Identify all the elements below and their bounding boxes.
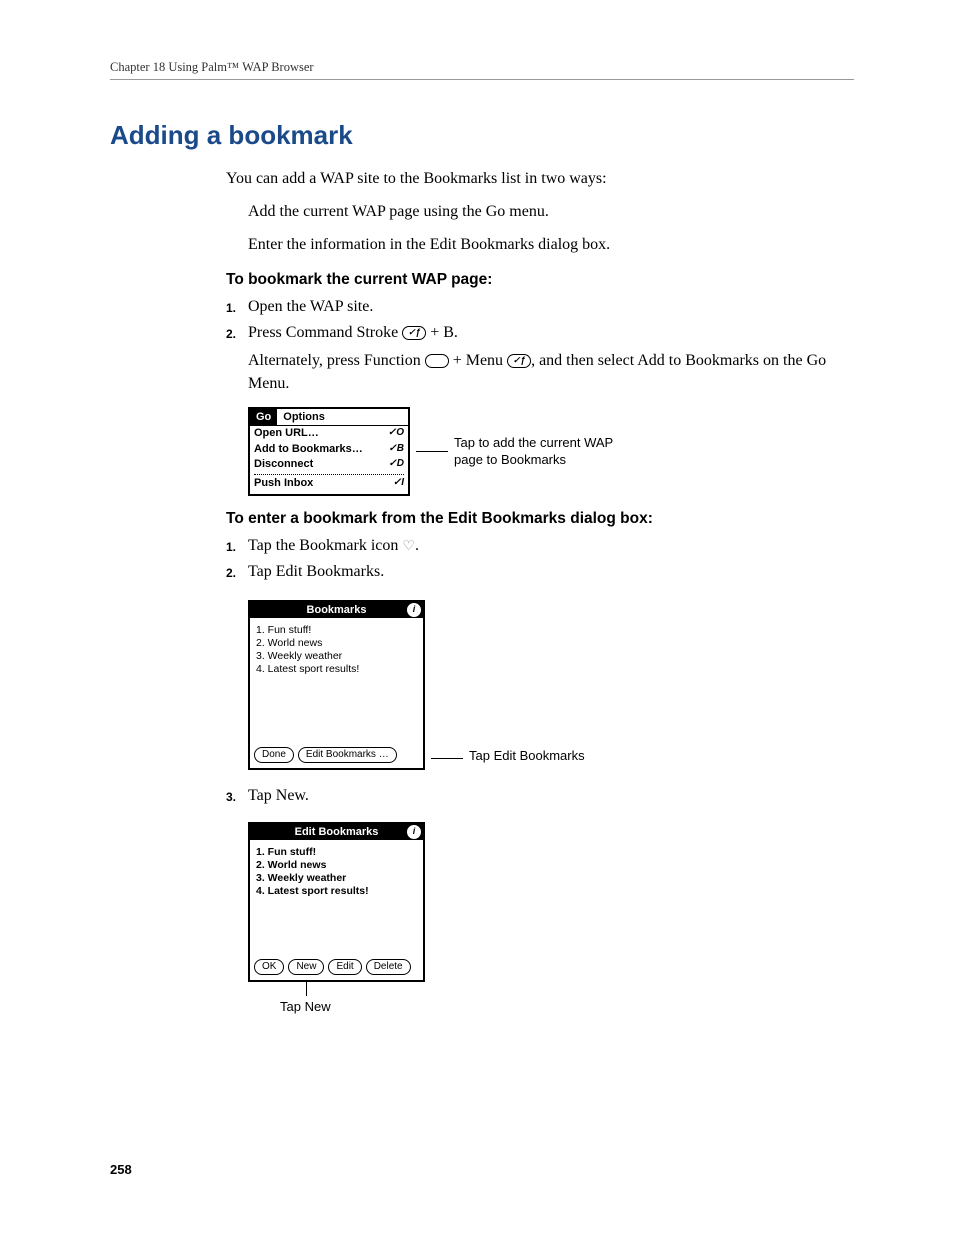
- menu-item-label: Open URL…: [254, 427, 319, 441]
- text-fragment: Alternately, press Function: [248, 352, 425, 369]
- list-item[interactable]: 1. Fun stuff!: [256, 624, 417, 637]
- running-head: Chapter 18 Using Palm™ WAP Browser: [110, 60, 854, 80]
- bookmark-heart-icon: ♡: [402, 536, 415, 557]
- text-fragment: .: [415, 537, 419, 554]
- step-number: 3.: [226, 784, 248, 808]
- step-text: Press Command Stroke ✓ƒ + B.: [248, 321, 854, 345]
- bullet-2: Enter the information in the Edit Bookma…: [248, 233, 854, 256]
- callout-text: Tap New: [280, 998, 854, 1016]
- palm-bookmarks-screenshot: Bookmarks i 1. Fun stuff! 2. World news …: [248, 600, 425, 770]
- callout-text: Tap to add the current WAP page to Bookm…: [454, 434, 634, 469]
- palm-screen-title: Bookmarks i: [250, 602, 423, 618]
- text-fragment: Press Command Stroke: [248, 324, 402, 341]
- title-text: Bookmarks: [307, 604, 367, 616]
- step-3: 3. Tap New.: [226, 784, 854, 808]
- ok-button[interactable]: OK: [254, 959, 284, 975]
- step-number: 2.: [226, 560, 248, 584]
- menu-item-label: Add to Bookmarks…: [254, 443, 363, 457]
- menu-item-open-url[interactable]: Open URL… ✓O: [254, 426, 404, 442]
- step-text: Open the WAP site.: [248, 295, 854, 319]
- menu-shortcut: ✓O: [388, 427, 404, 441]
- menu-item-label: Disconnect: [254, 458, 313, 472]
- step-number: 1.: [226, 295, 248, 319]
- callout-line: [416, 451, 448, 452]
- step-number: 2.: [226, 321, 248, 345]
- palm-menu-screenshot: Go Options Open URL… ✓O Add to Bookmarks…: [248, 407, 410, 496]
- list-item[interactable]: 4. Latest sport results!: [256, 663, 417, 676]
- text-fragment: + Menu: [449, 352, 507, 369]
- palm-screen-title: Edit Bookmarks i: [250, 824, 423, 840]
- subhead-bookmark-current: To bookmark the current WAP page:: [226, 271, 854, 289]
- list-item[interactable]: 1. Fun stuff!: [256, 846, 417, 859]
- callout-text: Tap Edit Bookmarks: [469, 747, 585, 765]
- menu-item-add-bookmarks[interactable]: Add to Bookmarks… ✓B: [254, 442, 404, 458]
- menu-tab-go[interactable]: Go: [250, 409, 277, 425]
- title-text: Edit Bookmarks: [295, 826, 379, 838]
- step-2: 2. Press Command Stroke ✓ƒ + B.: [226, 321, 854, 345]
- command-stroke-icon: ✓ƒ: [402, 326, 426, 340]
- delete-button[interactable]: Delete: [366, 959, 411, 975]
- edit-button[interactable]: Edit: [328, 959, 361, 975]
- menu-shortcut: ✓B: [388, 443, 404, 457]
- callout-line: [431, 758, 463, 759]
- list-item[interactable]: 2. World news: [256, 859, 417, 872]
- menu-tab-options[interactable]: Options: [277, 409, 331, 425]
- info-icon[interactable]: i: [407, 603, 421, 617]
- info-icon[interactable]: i: [407, 825, 421, 839]
- menu-item-push-inbox[interactable]: Push Inbox ✓I: [254, 476, 404, 492]
- palm-edit-bookmarks-screenshot: Edit Bookmarks i 1. Fun stuff! 2. World …: [248, 822, 425, 982]
- figure-edit-bookmarks: Edit Bookmarks i 1. Fun stuff! 2. World …: [248, 822, 854, 1016]
- step-text: Tap the Bookmark icon ♡.: [248, 534, 854, 558]
- bullet-1: Add the current WAP page using the Go me…: [248, 200, 854, 223]
- menu-stroke-icon: ✓ƒ: [507, 354, 531, 368]
- text-fragment: + B.: [426, 324, 458, 341]
- page-number: 258: [110, 1162, 132, 1177]
- edit-bookmarks-button[interactable]: Edit Bookmarks …: [298, 747, 397, 763]
- menu-separator: [254, 474, 404, 475]
- step-1: 1. Open the WAP site.: [226, 295, 854, 319]
- new-button[interactable]: New: [288, 959, 324, 975]
- menu-item-label: Push Inbox: [254, 477, 313, 491]
- callout-line: [306, 982, 307, 996]
- intro-text: You can add a WAP site to the Bookmarks …: [226, 167, 854, 190]
- step-1b: 1. Tap the Bookmark icon ♡.: [226, 534, 854, 558]
- menu-item-disconnect[interactable]: Disconnect ✓D: [254, 457, 404, 473]
- list-item[interactable]: 3. Weekly weather: [256, 650, 417, 663]
- menu-shortcut: ✓D: [388, 458, 404, 472]
- step-follow-text: Alternately, press Function + Menu ✓ƒ, a…: [248, 349, 854, 395]
- section-title: Adding a bookmark: [110, 120, 854, 151]
- step-number: 1.: [226, 534, 248, 558]
- menu-shortcut: ✓I: [393, 477, 404, 491]
- step-text: Tap Edit Bookmarks.: [248, 560, 854, 584]
- function-key-icon: [425, 354, 449, 368]
- step-2b: 2. Tap Edit Bookmarks.: [226, 560, 854, 584]
- list-item[interactable]: 3. Weekly weather: [256, 872, 417, 885]
- list-item[interactable]: 2. World news: [256, 637, 417, 650]
- figure-bookmarks: Bookmarks i 1. Fun stuff! 2. World news …: [248, 600, 854, 770]
- list-item[interactable]: 4. Latest sport results!: [256, 885, 417, 898]
- subhead-enter-bookmark: To enter a bookmark from the Edit Bookma…: [226, 510, 854, 528]
- text-fragment: Tap the Bookmark icon: [248, 537, 402, 554]
- step-text: Tap New.: [248, 784, 854, 808]
- figure-go-menu: Go Options Open URL… ✓O Add to Bookmarks…: [248, 407, 854, 496]
- done-button[interactable]: Done: [254, 747, 294, 763]
